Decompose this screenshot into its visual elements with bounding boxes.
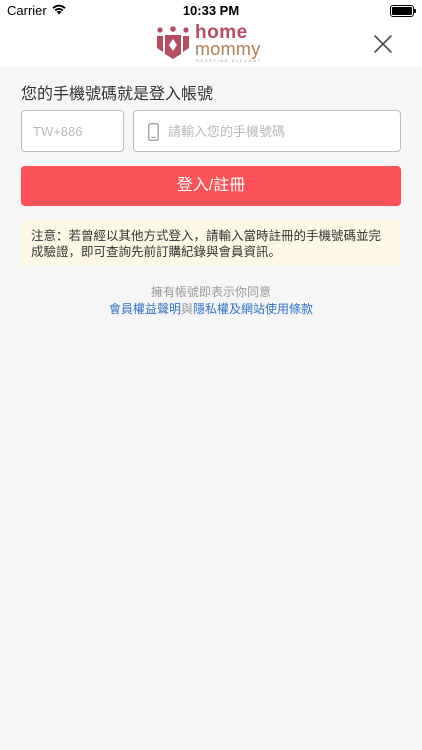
status-time: 10:33 PM	[182, 3, 240, 18]
privacy-terms-link[interactable]: 隱私權及網站使用條款	[193, 302, 313, 316]
close-button[interactable]	[372, 33, 394, 55]
login-register-button[interactable]: 登入/註冊	[21, 166, 401, 206]
mobile-phone-icon	[148, 123, 159, 141]
notice-text: 注意：若曾經以其他方式登入，請輸入當時註冊的手機號碼並完成驗證，即可查詢先前訂購…	[31, 229, 382, 259]
status-bar: Carrier 10:33 PM	[0, 0, 422, 22]
phone-field[interactable]	[133, 110, 401, 152]
terms-links: 會員權益聲明與隱私權及網站使用條款	[0, 300, 422, 317]
phone-number-input[interactable]	[168, 111, 388, 151]
page-title: 您的手機號碼就是登入帳號	[21, 86, 214, 103]
logo-mark-icon	[157, 26, 189, 59]
terms-intro-text: 擁有帳號即表示你同意	[150, 285, 271, 299]
home-mommy-logo: home mommy REDEFINE ELEGANT	[155, 22, 270, 64]
close-icon	[374, 35, 392, 53]
notice-box: 注意：若曾經以其他方式登入，請輸入當時註冊的手機號碼並完成驗證，即可查詢先前訂購…	[21, 220, 401, 266]
navigation-bar: home mommy REDEFINE ELEGANT	[0, 22, 422, 66]
terms-connector-text: 與	[180, 302, 193, 316]
battery-icon	[390, 5, 416, 17]
logo-tagline: REDEFINE ELEGANT	[196, 58, 262, 63]
logo-word-mommy: mommy	[195, 39, 261, 59]
member-rights-link[interactable]: 會員權益聲明	[109, 302, 181, 316]
country-code-field[interactable]: TW+886	[21, 110, 124, 152]
